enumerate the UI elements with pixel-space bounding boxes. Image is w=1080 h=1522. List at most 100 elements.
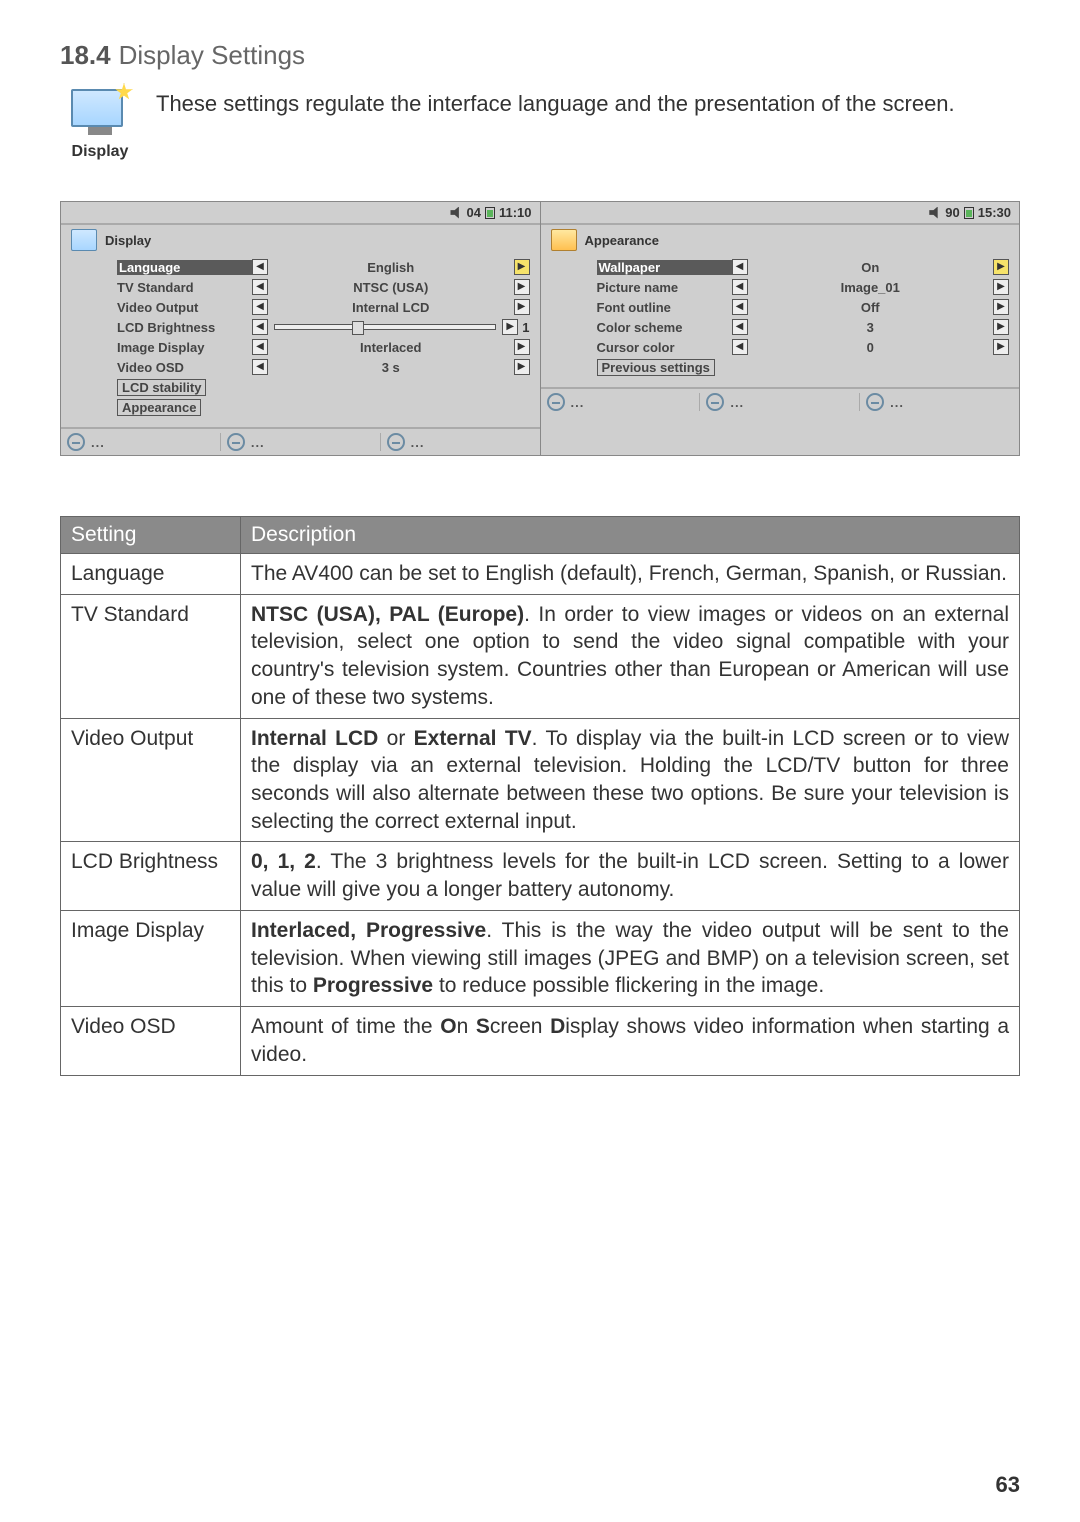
footer-dots: ... <box>411 435 425 450</box>
footer-circle-icon <box>387 433 405 451</box>
setting-value: Internal LCD <box>268 300 514 315</box>
display-mini-icon <box>71 229 97 251</box>
status-time: 11:10 <box>499 205 532 220</box>
arrow-right-icon[interactable]: ▶ <box>993 299 1009 315</box>
section-title: Display Settings <box>119 40 305 70</box>
cell-description: NTSC (USA), PAL (Europe). In order to vi… <box>241 594 1020 718</box>
arrow-left-icon[interactable]: ◀ <box>252 359 268 375</box>
display-icon-caption: Display <box>60 143 140 161</box>
setting-row[interactable]: Wallpaper◀On▶ <box>597 257 1010 277</box>
status-battery: 90 <box>945 205 959 220</box>
footer-circle-icon <box>67 433 85 451</box>
setting-row[interactable]: Font outline◀Off▶ <box>597 297 1010 317</box>
battery-icon <box>485 207 495 219</box>
footer-circle-icon <box>706 393 724 411</box>
footer-dots: ... <box>91 435 105 450</box>
table-row: Video OSDAmount of time the On Screen Di… <box>61 1007 1020 1075</box>
setting-label: Color scheme <box>597 320 732 335</box>
setting-row[interactable]: Image Display◀Interlaced▶ <box>117 337 530 357</box>
arrow-right-icon[interactable]: ▶ <box>514 299 530 315</box>
appearance-mini-icon <box>551 229 577 251</box>
section-heading: 18.4 Display Settings <box>60 40 1020 71</box>
arrow-left-icon[interactable]: ◀ <box>252 319 268 335</box>
arrow-left-icon[interactable]: ◀ <box>732 279 748 295</box>
table-row: Video OutputInternal LCD or External TV.… <box>61 718 1020 842</box>
footer-dots: ... <box>730 395 744 410</box>
footer-bar: ... ... ... <box>61 427 540 455</box>
arrow-left-icon[interactable]: ◀ <box>732 319 748 335</box>
setting-label: Wallpaper <box>597 260 732 275</box>
footer-dots: ... <box>890 395 904 410</box>
setting-label: TV Standard <box>117 280 252 295</box>
arrow-left-icon[interactable]: ◀ <box>732 259 748 275</box>
setting-label: Video OSD <box>117 360 252 375</box>
table-row: LanguageThe AV400 can be set to English … <box>61 554 1020 595</box>
setting-row[interactable]: LCD Brightness◀ ▶ 1 <box>117 317 530 337</box>
setting-label: Font outline <box>597 300 732 315</box>
cell-setting: Video Output <box>61 718 241 842</box>
arrow-right-icon[interactable]: ▶ <box>514 359 530 375</box>
status-time: 15:30 <box>978 205 1011 220</box>
setting-link[interactable]: LCD stability <box>117 379 206 396</box>
setting-row[interactable]: Video OSD◀3 s▶ <box>117 357 530 377</box>
setting-row[interactable]: Language◀English▶ <box>117 257 530 277</box>
setting-value: 3 s <box>268 360 514 375</box>
setting-label: Language <box>117 260 252 275</box>
arrow-right-icon[interactable]: ▶ <box>993 339 1009 355</box>
col-description: Description <box>241 517 1020 554</box>
arrow-left-icon[interactable]: ◀ <box>252 299 268 315</box>
table-row: Image DisplayInterlaced, Progressive. Th… <box>61 910 1020 1006</box>
setting-row[interactable]: Video Output◀Internal LCD▶ <box>117 297 530 317</box>
setting-link[interactable]: Appearance <box>117 399 201 416</box>
display-icon-block: Display <box>60 89 140 161</box>
footer-circle-icon <box>866 393 884 411</box>
setting-label: Video Output <box>117 300 252 315</box>
cell-description: The AV400 can be set to English (default… <box>241 554 1020 595</box>
status-bar: 90 15:30 <box>541 202 1020 225</box>
battery-icon <box>964 207 974 219</box>
setting-row[interactable]: TV Standard◀NTSC (USA)▶ <box>117 277 530 297</box>
arrow-left-icon[interactable]: ◀ <box>252 279 268 295</box>
setting-value: Interlaced <box>268 340 514 355</box>
setting-row[interactable]: Color scheme◀3▶ <box>597 317 1010 337</box>
arrow-right-icon[interactable]: ▶ <box>514 279 530 295</box>
setting-value: Image_01 <box>748 280 994 295</box>
cell-description: Internal LCD or External TV. To display … <box>241 718 1020 842</box>
setting-link[interactable]: Previous settings <box>597 359 715 376</box>
setting-label: Cursor color <box>597 340 732 355</box>
screenshot-appearance: 90 15:30 Appearance Wallpaper◀On▶Picture… <box>541 202 1020 455</box>
table-row: LCD Brightness0, 1, 2. The 3 brightness … <box>61 842 1020 910</box>
slider-value: 1 <box>522 320 529 335</box>
setting-value: On <box>748 260 994 275</box>
arrow-left-icon[interactable]: ◀ <box>252 259 268 275</box>
footer-circle-icon <box>227 433 245 451</box>
arrow-right-icon[interactable]: ▶ <box>514 339 530 355</box>
arrow-left-icon[interactable]: ◀ <box>732 299 748 315</box>
table-row: TV StandardNTSC (USA), PAL (Europe). In … <box>61 594 1020 718</box>
arrow-right-icon[interactable]: ▶ <box>514 259 530 275</box>
brightness-slider[interactable] <box>274 324 496 330</box>
screenshots-row: 04 11:10 Display Language◀English▶TV Sta… <box>60 201 1020 456</box>
arrow-right-icon[interactable]: ▶ <box>502 319 518 335</box>
cell-description: Interlaced, Progressive. This is the way… <box>241 910 1020 1006</box>
cell-setting: Video OSD <box>61 1007 241 1075</box>
cell-setting: LCD Brightness <box>61 842 241 910</box>
setting-value: 3 <box>748 320 994 335</box>
setting-label: Image Display <box>117 340 252 355</box>
section-number: 18.4 <box>60 40 111 70</box>
setting-label: LCD Brightness <box>117 320 252 335</box>
setting-value: English <box>268 260 514 275</box>
footer-dots: ... <box>251 435 265 450</box>
cell-setting: Language <box>61 554 241 595</box>
col-setting: Setting <box>61 517 241 554</box>
setting-row[interactable]: Cursor color◀0▶ <box>597 337 1010 357</box>
arrow-right-icon[interactable]: ▶ <box>993 279 1009 295</box>
setting-value: NTSC (USA) <box>268 280 514 295</box>
arrow-right-icon[interactable]: ▶ <box>993 319 1009 335</box>
setting-row[interactable]: Picture name◀Image_01▶ <box>597 277 1010 297</box>
setting-value: Off <box>748 300 994 315</box>
arrow-left-icon[interactable]: ◀ <box>252 339 268 355</box>
arrow-right-icon[interactable]: ▶ <box>993 259 1009 275</box>
display-monitor-icon <box>71 89 129 139</box>
arrow-left-icon[interactable]: ◀ <box>732 339 748 355</box>
